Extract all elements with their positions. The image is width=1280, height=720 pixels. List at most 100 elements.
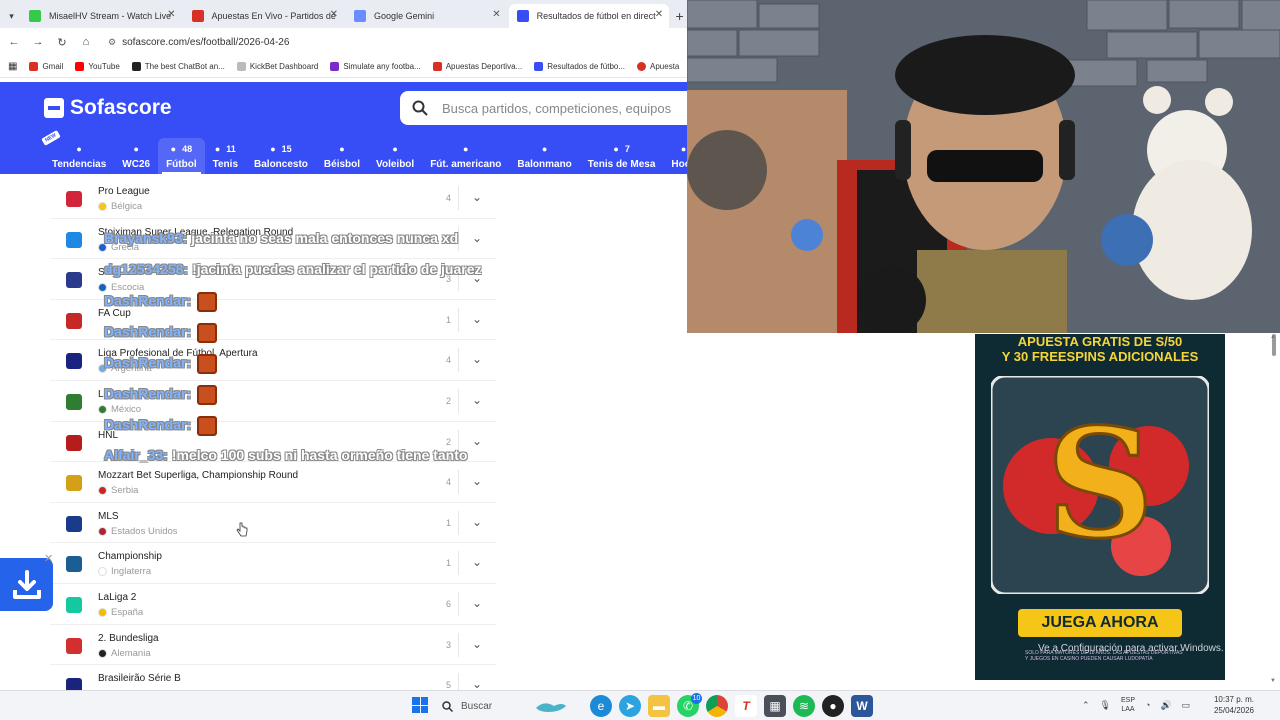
calculator-icon[interactable]: ▦	[764, 695, 786, 717]
browser-tab-3[interactable]: Resultados de fútbol en direct ✕	[508, 4, 670, 28]
chat-username: Brayansk93:	[104, 230, 188, 246]
ad-banner[interactable]: APUESTA GRATIS DE S/50 Y 30 FREESPINS AD…	[975, 334, 1225, 680]
bookmark-item[interactable]: Gmail	[29, 62, 63, 71]
sport-tab-1[interactable]: ● WC26	[114, 138, 158, 174]
table-tennis-icon: ●	[613, 144, 619, 154]
bookmark-item[interactable]: YouTube	[75, 62, 120, 71]
chat-text: !jacinta puedes analizar el partido de j…	[192, 261, 482, 277]
baseball-icon: ●	[339, 144, 345, 154]
sport-tab-2[interactable]: ● 48 Fútbol	[158, 138, 205, 174]
text-editor-icon[interactable]: T	[735, 695, 757, 717]
browser-tab-0[interactable]: MisaelHV Stream - Watch Live ✕	[21, 4, 182, 28]
chevron-down-icon[interactable]: ⌄	[472, 231, 482, 245]
taskbar-search[interactable]: Buscar	[436, 695, 584, 717]
league-name: Brasileirão Série B	[98, 673, 181, 685]
volume-icon[interactable]: 🔊	[1160, 700, 1171, 711]
forward-arrow-icon[interactable]: →	[30, 36, 46, 48]
bookmark-item[interactable]: Apuesta	[637, 62, 679, 71]
word-icon[interactable]: W	[851, 695, 873, 717]
chrome-icon[interactable]	[706, 695, 728, 717]
league-match-count: 1	[446, 558, 452, 569]
language-indicator[interactable]: ESP LAA	[1121, 696, 1135, 714]
sport-tab-top: ●	[76, 142, 81, 156]
tray-chevron-icon[interactable]: ⌃	[1082, 700, 1090, 711]
league-row[interactable]: 2. Bundesliga Alemania 3 ⌄	[50, 625, 496, 666]
bookmark-item[interactable]: Apuestas Deportiva...	[432, 62, 522, 71]
close-icon[interactable]: ✕	[655, 9, 663, 20]
chevron-down-icon[interactable]: ⌄	[472, 596, 482, 610]
sport-tab-6[interactable]: ● Voleibol	[368, 138, 422, 174]
sport-tab-8[interactable]: ● Balonmano	[509, 138, 579, 174]
tab-list-chevron-icon[interactable]: ▾	[4, 4, 19, 28]
sport-tab-top: ●	[463, 142, 468, 156]
telegram-icon[interactable]: ➤	[619, 695, 641, 717]
sport-tab-9[interactable]: ● 7 Tenis de Mesa	[580, 138, 664, 174]
sport-tab-3[interactable]: ● 11 Tenis	[205, 138, 246, 174]
chat-username: Alfair_33:	[104, 447, 168, 463]
sport-tab-5[interactable]: ● Béisbol	[316, 138, 368, 174]
close-icon[interactable]: ✕	[167, 9, 175, 20]
sport-tab-0[interactable]: NEW ● Tendencias	[41, 130, 114, 174]
chevron-down-icon[interactable]: ⌄	[472, 352, 482, 366]
sport-tab-7[interactable]: ● Fút. americano	[422, 138, 509, 174]
bookmark-item[interactable]: Simulate any footba...	[330, 62, 421, 71]
chevron-down-icon[interactable]: ⌄	[472, 190, 482, 204]
close-icon[interactable]: ✕	[492, 9, 500, 20]
chevron-down-icon[interactable]: ⌄	[472, 474, 482, 488]
divider	[458, 551, 459, 576]
whatsapp-icon[interactable]: ✆ 10	[677, 693, 702, 717]
reload-icon[interactable]: ↻	[54, 36, 70, 49]
bookmark-item[interactable]: KickBet Dashboard	[236, 62, 318, 71]
close-icon[interactable]: ✕	[330, 9, 338, 20]
wifi-icon[interactable]: ◔	[1145, 700, 1150, 710]
flame-icon: ●	[76, 144, 82, 154]
spotify-icon[interactable]: ≋	[793, 695, 815, 717]
chevron-down-icon[interactable]: ⌄	[472, 637, 482, 651]
folder-icon[interactable]: ▬	[648, 695, 670, 717]
close-icon[interactable]: ✕	[44, 552, 53, 565]
chevron-down-icon[interactable]: ⌄	[472, 393, 482, 407]
search-input[interactable]: Busca partidos, competiciones, equipos	[400, 91, 688, 125]
chevron-down-icon[interactable]: ⌄	[472, 515, 482, 529]
league-row[interactable]: Pro League Bélgica 4 ⌄	[50, 178, 496, 219]
home-icon[interactable]: ⌂	[78, 36, 94, 48]
apps-grid-icon[interactable]: ▦	[8, 61, 17, 72]
chevron-down-icon[interactable]: ⌄	[472, 312, 482, 326]
bookmark-item[interactable]: The best ChatBot an...	[131, 62, 225, 71]
league-row[interactable]: LaLiga 2 España 6 ⌄	[50, 584, 496, 625]
scroll-down-icon[interactable]: ▼	[1270, 678, 1276, 684]
sofascore-logo[interactable]: Sofascore	[44, 96, 172, 120]
battery-icon[interactable]: ▭	[1182, 700, 1191, 711]
windows-start-icon[interactable]	[412, 697, 428, 713]
browser-tab-1[interactable]: Apuestas En Vivo - Partidos de ✕	[184, 4, 345, 28]
league-country: Serbia	[98, 485, 138, 496]
country-flag-icon	[98, 283, 107, 293]
chevron-down-icon[interactable]: ⌄	[472, 434, 482, 448]
address-bar[interactable]: ⚙ sofascore.com/es/football/2026-04-26	[102, 31, 688, 53]
browser-toolbar: ← → ↻ ⌂ ⚙ sofascore.com/es/football/2026…	[0, 28, 688, 56]
new-tab-button[interactable]: +	[671, 4, 688, 28]
tab-favicon-icon	[28, 10, 41, 22]
microphone-icon[interactable]: 🎙	[1100, 700, 1111, 711]
bet-site-icon	[637, 62, 647, 71]
taskbar-clock[interactable]: 10:37 p. m. 25/04/2026	[1206, 694, 1254, 716]
edge-icon[interactable]: e	[590, 695, 612, 717]
chevron-down-icon[interactable]: ⌄	[472, 555, 482, 569]
chat-message: DashRendar:	[104, 323, 218, 343]
league-row[interactable]: Mozzart Bet Superliga, Championship Roun…	[50, 462, 496, 503]
chat-message: DashRendar:	[104, 385, 218, 405]
league-row[interactable]: Championship Inglaterra 1 ⌄	[50, 543, 496, 584]
sport-tab-4[interactable]: ● 15 Baloncesto	[246, 138, 316, 174]
obs-icon[interactable]: ●	[822, 695, 844, 717]
download-widget[interactable]	[0, 558, 53, 611]
sport-tab-10[interactable]: ● Hock	[663, 138, 688, 174]
scroll-up-icon[interactable]: ▲	[1270, 334, 1276, 340]
site-info-icon[interactable]: ⚙	[108, 37, 116, 48]
download-icon	[12, 569, 41, 599]
page-scrollbar[interactable]: ▲ ▼	[1268, 334, 1280, 690]
league-row[interactable]: MLS Estados Unidos 1 ⌄	[50, 503, 496, 544]
bookmark-item[interactable]: Resultados de fútbo...	[534, 62, 625, 71]
ad-cta-button[interactable]: JUEGA AHORA	[1018, 609, 1182, 637]
browser-tab-2[interactable]: Google Gemini ✕	[346, 4, 507, 28]
back-arrow-icon[interactable]: ←	[6, 36, 22, 48]
